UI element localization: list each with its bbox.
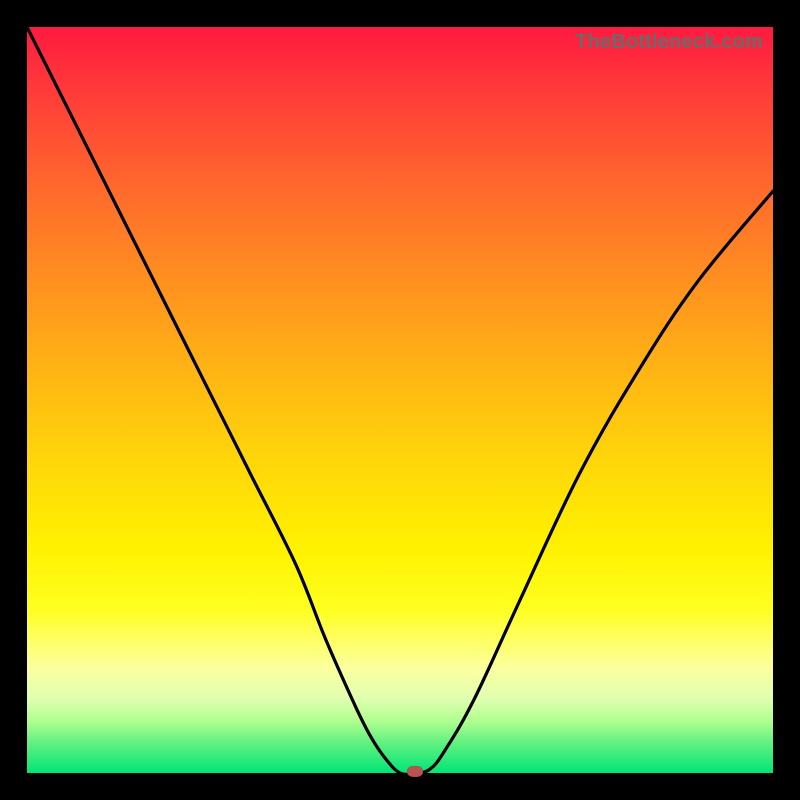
plot-area: TheBottleneck.com (27, 27, 773, 773)
chart-frame: TheBottleneck.com (0, 0, 800, 800)
curve-path (27, 27, 773, 773)
optimal-marker (407, 766, 423, 777)
bottleneck-curve (27, 27, 773, 773)
